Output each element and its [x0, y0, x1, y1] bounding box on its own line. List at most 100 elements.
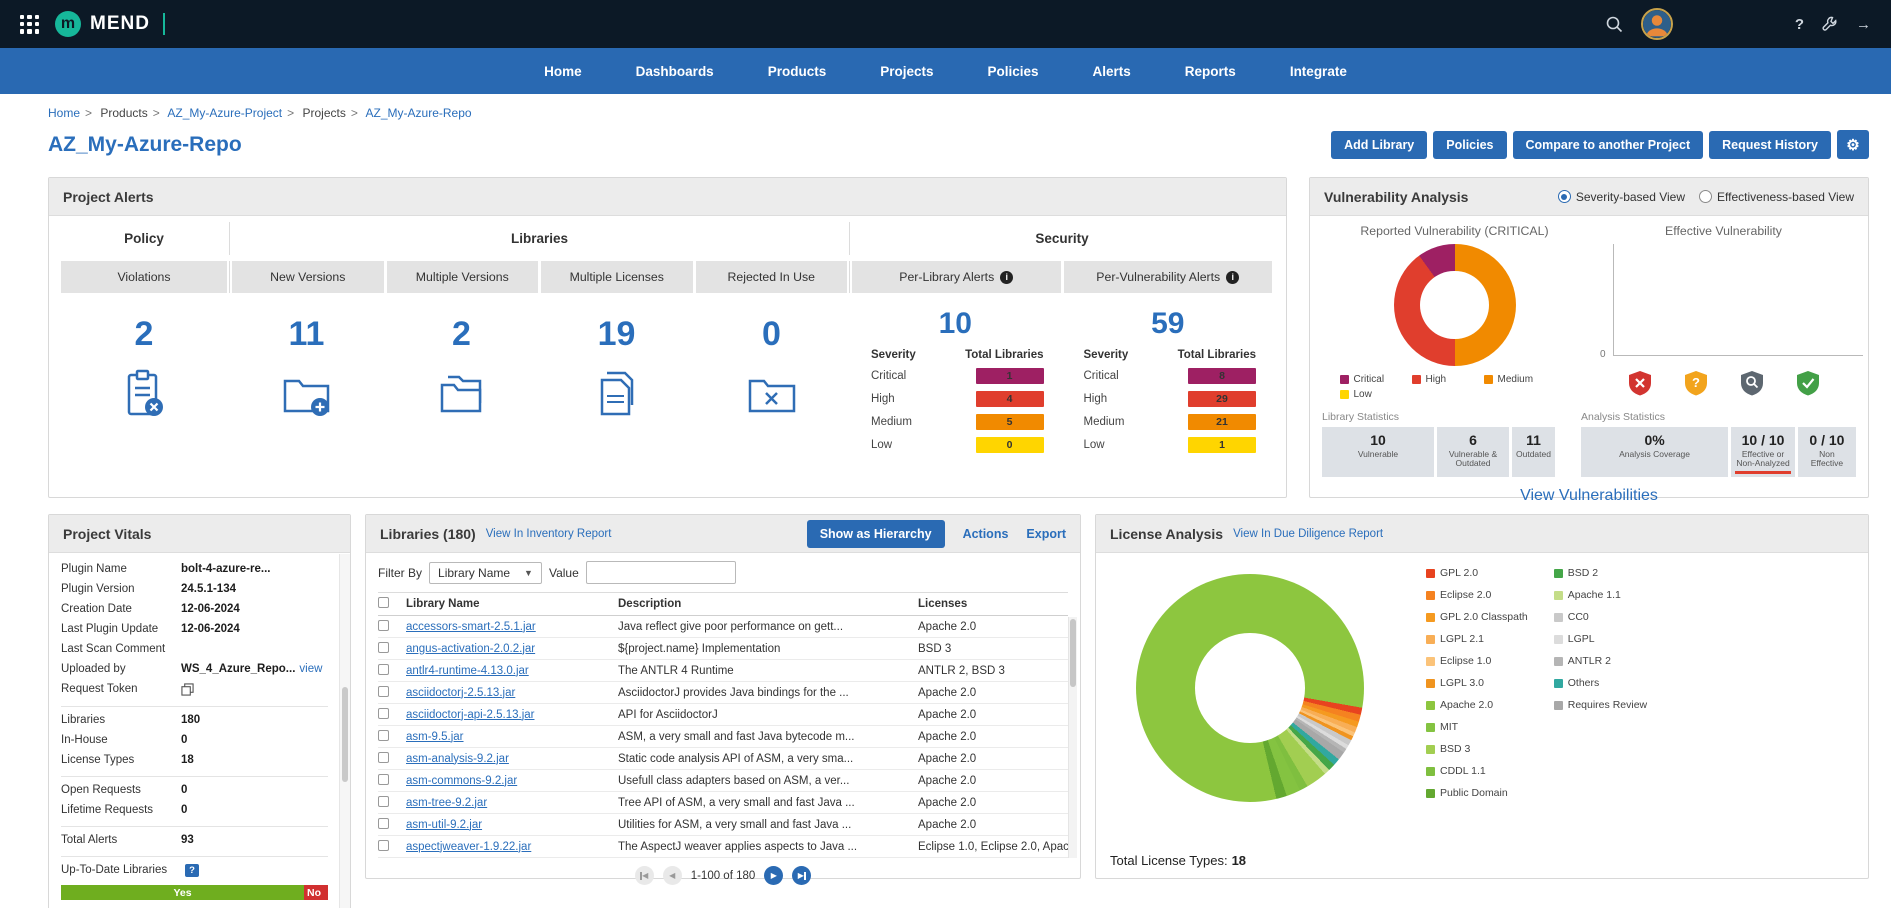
settings-gear-button[interactable]: ⚙: [1837, 130, 1869, 159]
avatar[interactable]: [1641, 8, 1673, 40]
row-checkbox[interactable]: [378, 664, 389, 675]
row-checkbox[interactable]: [378, 620, 389, 631]
legend-item[interactable]: Apache 2.0: [1426, 699, 1528, 711]
analysis-stat-box[interactable]: 10 / 10 Effective or Non-Analyzed: [1731, 427, 1795, 477]
tab-per-library-alerts[interactable]: Per-Library Alerts i: [852, 261, 1061, 293]
library-stat-box[interactable]: 10 Vulnerable: [1322, 427, 1434, 477]
shield-scan-icon[interactable]: [1740, 370, 1764, 401]
copy-icon[interactable]: [181, 683, 194, 699]
info-icon[interactable]: i: [1226, 271, 1239, 284]
page-action-button[interactable]: Add Library: [1331, 131, 1427, 159]
legend-item[interactable]: LGPL 3.0: [1426, 677, 1528, 689]
legend-item[interactable]: MIT: [1426, 721, 1528, 733]
nav-item[interactable]: Policies: [988, 64, 1039, 79]
filter-field-select[interactable]: Library Name ▼: [429, 562, 542, 584]
library-name-link[interactable]: angus-activation-2.0.2.jar: [406, 643, 535, 655]
table-row[interactable]: asm-9.5.jar ASM, a very small and fast J…: [378, 726, 1068, 748]
breadcrumb-item[interactable]: Products>: [100, 106, 167, 120]
severity-count-badge[interactable]: 4: [976, 391, 1044, 407]
severity-count-badge[interactable]: 29: [1188, 391, 1256, 407]
severity-count-badge[interactable]: 1: [976, 368, 1044, 384]
table-row[interactable]: antlr4-runtime-4.13.0.jar The ANTLR 4 Ru…: [378, 660, 1068, 682]
actions-button[interactable]: Actions: [963, 527, 1009, 541]
row-checkbox[interactable]: [378, 752, 389, 763]
severity-count-badge[interactable]: 1: [1188, 437, 1256, 453]
documents-icon[interactable]: [539, 368, 694, 425]
library-name-link[interactable]: accessors-smart-2.5.1.jar: [406, 621, 536, 633]
row-checkbox[interactable]: [378, 840, 389, 851]
legend-item[interactable]: Others: [1554, 677, 1647, 689]
severity-count-badge[interactable]: 21: [1188, 414, 1256, 430]
tab-rejected-in-use[interactable]: Rejected In Use: [696, 261, 848, 293]
severity-count-badge[interactable]: 5: [976, 414, 1044, 430]
last-page-button[interactable]: ▶: [792, 866, 811, 885]
tab-new-versions[interactable]: New Versions: [232, 261, 384, 293]
table-row[interactable]: asm-analysis-9.2.jar Static code analysi…: [378, 748, 1068, 770]
clipboard-alert-icon[interactable]: [59, 368, 229, 425]
table-row[interactable]: asciidoctorj-api-2.5.13.jar API for Asci…: [378, 704, 1068, 726]
brand[interactable]: m MEND: [55, 11, 165, 37]
scrollbar-thumb[interactable]: [342, 687, 348, 782]
legend-item[interactable]: Public Domain: [1426, 787, 1528, 799]
nav-item[interactable]: Integrate: [1290, 64, 1347, 79]
legend-item[interactable]: BSD 2: [1554, 567, 1647, 579]
breadcrumb-item[interactable]: AZ_My-Azure-Repo: [366, 106, 482, 120]
uptodate-yes-segment[interactable]: Yes: [61, 885, 304, 900]
severity-count-badge[interactable]: 8: [1188, 368, 1256, 384]
library-stat-box[interactable]: 11 Outdated: [1512, 427, 1555, 477]
legend-item[interactable]: CC0: [1554, 611, 1647, 623]
page-action-button[interactable]: Policies: [1433, 131, 1506, 159]
table-row[interactable]: accessors-smart-2.5.1.jar Java reflect g…: [378, 616, 1068, 638]
table-row[interactable]: aspectjweaver-1.9.22.jar The AspectJ wea…: [378, 836, 1068, 858]
row-checkbox[interactable]: [378, 796, 389, 807]
show-as-hierarchy-button[interactable]: Show as Hierarchy: [807, 520, 945, 548]
filter-value-input[interactable]: [586, 561, 736, 584]
page-action-button[interactable]: Request History: [1709, 131, 1831, 159]
library-name-link[interactable]: asciidoctorj-api-2.5.13.jar: [406, 709, 534, 721]
wrench-icon[interactable]: [1822, 16, 1838, 32]
breadcrumb-item[interactable]: Home>: [48, 106, 100, 120]
legend-item[interactable]: LGPL 2.1: [1426, 633, 1528, 645]
help-badge-icon[interactable]: ?: [185, 864, 199, 877]
legend-item[interactable]: GPL 2.0 Classpath: [1426, 611, 1528, 623]
license-donut-chart[interactable]: [1136, 574, 1364, 802]
row-checkbox[interactable]: [378, 774, 389, 785]
shield-question-icon[interactable]: ?: [1684, 370, 1708, 401]
row-checkbox[interactable]: [378, 686, 389, 697]
library-name-link[interactable]: asm-analysis-9.2.jar: [406, 753, 509, 765]
folder-add-icon[interactable]: [229, 368, 384, 425]
legend-item[interactable]: LGPL: [1554, 633, 1647, 645]
legend-item[interactable]: Eclipse 1.0: [1426, 655, 1528, 667]
next-page-button[interactable]: ▶: [764, 866, 783, 885]
library-stat-box[interactable]: 6 Vulnerable & Outdated: [1437, 427, 1509, 477]
nav-item[interactable]: Products: [768, 64, 827, 79]
shield-check-icon[interactable]: [1796, 370, 1820, 401]
inventory-report-link[interactable]: View In Inventory Report: [486, 528, 612, 540]
table-row[interactable]: asm-commons-9.2.jar Usefull class adapte…: [378, 770, 1068, 792]
uptodate-no-segment[interactable]: No: [304, 885, 328, 900]
library-name-link[interactable]: asciidoctorj-2.5.13.jar: [406, 687, 515, 699]
legend-item[interactable]: CDDL 1.1: [1426, 765, 1528, 777]
table-row[interactable]: asm-util-9.2.jar Utilities for ASM, a ve…: [378, 814, 1068, 836]
severity-count-badge[interactable]: 0: [976, 437, 1044, 453]
nav-item[interactable]: Projects: [880, 64, 933, 79]
tab-multiple-versions[interactable]: Multiple Versions: [387, 261, 539, 293]
legend-item[interactable]: Eclipse 2.0: [1426, 589, 1528, 601]
legend-item[interactable]: BSD 3: [1426, 743, 1528, 755]
legend-item[interactable]: ANTLR 2: [1554, 655, 1647, 667]
search-icon[interactable]: [1605, 15, 1623, 33]
logout-icon[interactable]: →: [1856, 16, 1871, 33]
breadcrumb-item[interactable]: Projects>: [302, 106, 365, 120]
library-name-link[interactable]: asm-tree-9.2.jar: [406, 797, 487, 809]
tab-multiple-licenses[interactable]: Multiple Licenses: [541, 261, 693, 293]
scrollbar-thumb[interactable]: [1070, 619, 1076, 687]
library-name-link[interactable]: antlr4-runtime-4.13.0.jar: [406, 665, 529, 677]
analysis-stat-box[interactable]: 0% Analysis Coverage: [1581, 427, 1728, 477]
library-name-link[interactable]: aspectjweaver-1.9.22.jar: [406, 841, 531, 853]
help-icon[interactable]: ?: [1795, 16, 1804, 33]
info-icon[interactable]: i: [1000, 271, 1013, 284]
due-diligence-report-link[interactable]: View In Due Diligence Report: [1233, 528, 1383, 540]
row-checkbox[interactable]: [378, 730, 389, 741]
row-checkbox[interactable]: [378, 708, 389, 719]
legend-item[interactable]: Requires Review: [1554, 699, 1647, 711]
